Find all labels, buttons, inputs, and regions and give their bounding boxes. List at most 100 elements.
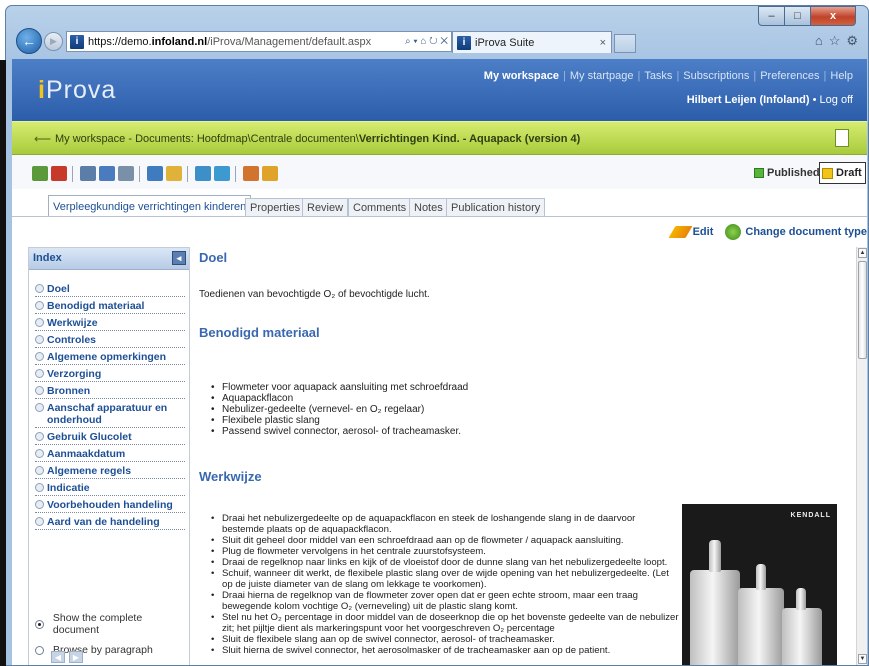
index-item-controles[interactable]: Controles (35, 333, 185, 348)
list-item: Aquapackflacon (209, 393, 468, 404)
close-button[interactable]: x (811, 6, 856, 26)
bullet-icon (35, 466, 44, 475)
forward-doc-icon[interactable] (214, 166, 230, 181)
tab-properties[interactable]: Properties (245, 198, 306, 217)
option-complete-document[interactable]: Show the complete document (35, 612, 189, 636)
nav-tasks[interactable]: Tasks (644, 70, 672, 82)
scroll-down-icon[interactable]: ▼ (858, 654, 867, 664)
nav-preferences[interactable]: Preferences (760, 70, 819, 82)
tab-title: iProva Suite (475, 36, 535, 49)
list-item: Passend swivel connector, aerosol- of tr… (209, 426, 468, 437)
prev-paragraph-button[interactable]: ◀ (51, 651, 65, 663)
home-icon[interactable]: ⌂ (815, 33, 823, 49)
pencil-icon[interactable] (668, 226, 693, 238)
user-info: Hilbert Leijen (Infoland) • Log off (686, 94, 853, 106)
iprova-logo[interactable]: iProva (38, 76, 116, 105)
list-item: Schuif, wanneer dit werkt, de flexibele … (209, 568, 679, 590)
draft-status-icon (822, 167, 833, 179)
index-item-indicatie[interactable]: Indicatie (35, 481, 185, 496)
bullet-icon (35, 301, 44, 310)
index-item-voorbehouden-handeling[interactable]: Voorbehouden handeling (35, 498, 185, 513)
index-item-verzorging[interactable]: Verzorging (35, 367, 185, 382)
nav-my-startpage[interactable]: My startpage (570, 70, 634, 82)
folder-icon[interactable] (166, 166, 182, 181)
radio-icon[interactable] (35, 645, 44, 655)
minimize-button[interactable]: – (758, 6, 785, 26)
index-item-benodigd-materiaal[interactable]: Benodigd materiaal (35, 299, 185, 314)
tab-divider (12, 216, 867, 217)
index-item-algemene-regels[interactable]: Algemene regels (35, 464, 185, 479)
bottle-image (782, 608, 822, 665)
logoff-link[interactable]: Log off (820, 94, 853, 106)
document-tabs: Verpleegkundige verrichtingen kinderen P… (12, 195, 867, 217)
radio-checked-icon[interactable] (35, 619, 44, 629)
page-viewport: iProva My workspace | My startpage | Tasks | S… (12, 59, 867, 665)
browser-tab[interactable]: i iProva Suite × (452, 31, 612, 53)
edit-link[interactable]: Edit (693, 226, 714, 238)
print-icon[interactable] (80, 166, 96, 181)
new-tab-button[interactable] (614, 34, 636, 53)
change-type-icon[interactable] (725, 224, 742, 240)
workflow-icon[interactable] (243, 166, 259, 181)
list-item: Stel nu het O₂ percentage in door middel… (209, 612, 679, 634)
back-button[interactable]: ← (16, 28, 42, 54)
kendall-logo: KENDALL (790, 512, 831, 519)
index-item-doel[interactable]: Doel (35, 282, 185, 297)
tab-publication-history[interactable]: Publication history (446, 198, 546, 217)
save-icon[interactable] (147, 166, 163, 181)
copy-icon[interactable] (118, 166, 134, 181)
published-status-icon (754, 168, 764, 178)
collapse-icon[interactable]: ◂ (172, 251, 186, 265)
new-document-icon[interactable] (32, 166, 48, 181)
tab-notes[interactable]: Notes (409, 198, 448, 217)
tab-review[interactable]: Review (302, 198, 349, 217)
tab-close-icon[interactable]: × (600, 37, 606, 49)
forward-button[interactable]: ▶ (44, 32, 63, 51)
breadcrumb-path[interactable]: My workspace - Documents: Hoofdmap\Centr… (55, 133, 359, 145)
draft-status[interactable]: Draft (819, 162, 866, 184)
breadcrumb-current: Verrichtingen Kind. - Aquapack (version … (358, 133, 581, 145)
tools-gear-icon[interactable]: ⚙ (846, 33, 858, 49)
tab-comments[interactable]: Comments (348, 198, 412, 217)
scroll-thumb[interactable] (858, 261, 867, 359)
document-icon[interactable] (835, 129, 849, 147)
back-arrow-icon[interactable]: ⟵ (34, 132, 51, 146)
published-label[interactable]: Published (767, 167, 820, 179)
index-item-aard-van-de-handeling[interactable]: Aard van de handeling (35, 515, 185, 530)
tab-verpleegkundige[interactable]: Verpleegkundige verrichtingen kinderen (48, 195, 252, 217)
index-panel: Index ◂ Doel Benodigd materiaal Werkwijze… (28, 247, 190, 665)
index-item-aanschaf-apparatuur[interactable]: Aanschaf apparatuur en onderhoud (35, 401, 185, 428)
list-item: Sluit hierna de swivel connector, het ae… (209, 645, 679, 656)
bullet-icon (35, 318, 44, 327)
breadcrumb-bar: ⟵ My workspace - Documents: Hoofdmap\Cen… (12, 121, 867, 155)
change-document-type-link[interactable]: Change document type (745, 226, 867, 238)
address-bar[interactable]: i https://demo. infoland.nl/iProva/Manage… (66, 31, 452, 52)
breadcrumb: My workspace - Documents: Hoofdmap\Centr… (55, 133, 580, 145)
scroll-up-icon[interactable]: ▲ (858, 248, 867, 258)
address-actions-icon[interactable]: ⌕ ▾ ⌂ ↻ ✕ (405, 36, 451, 47)
index-item-werkwijze[interactable]: Werkwijze (35, 316, 185, 331)
window-controls: – □ x (758, 6, 856, 26)
next-paragraph-button[interactable]: ▶ (69, 651, 83, 663)
index-item-aanmaakdatum[interactable]: Aanmaakdatum (35, 447, 185, 462)
delete-icon[interactable] (51, 166, 67, 181)
export-icon[interactable] (195, 166, 211, 181)
content-scrollbar[interactable]: ▲ ▼ (856, 247, 867, 665)
bottle-image (690, 570, 740, 665)
nav-my-workspace[interactable]: My workspace (484, 70, 559, 82)
nav-help[interactable]: Help (830, 70, 853, 82)
nav-subscriptions[interactable]: Subscriptions (683, 70, 749, 82)
screenshot: { "browser": { "url_host": "https://demo… (0, 0, 869, 666)
bullet-icon (35, 352, 44, 361)
approve-icon[interactable] (262, 166, 278, 181)
favorites-star-icon[interactable]: ☆ (829, 33, 841, 49)
index-item-gebruik-glucolet[interactable]: Gebruik Glucolet (35, 430, 185, 445)
werkwijze-list: Draai het nebulizergedeelte op de aquapa… (209, 513, 679, 656)
list-item: Sluit dit geheel door middel van een sch… (209, 535, 679, 546)
document-toolbar: Published Draft (12, 155, 867, 189)
index-item-algemene-opmerkingen[interactable]: Algemene opmerkingen (35, 350, 185, 365)
index-item-bronnen[interactable]: Bronnen (35, 384, 185, 399)
url-host: https://demo. (88, 35, 152, 48)
preview-icon[interactable] (99, 166, 115, 181)
maximize-button[interactable]: □ (785, 6, 811, 26)
